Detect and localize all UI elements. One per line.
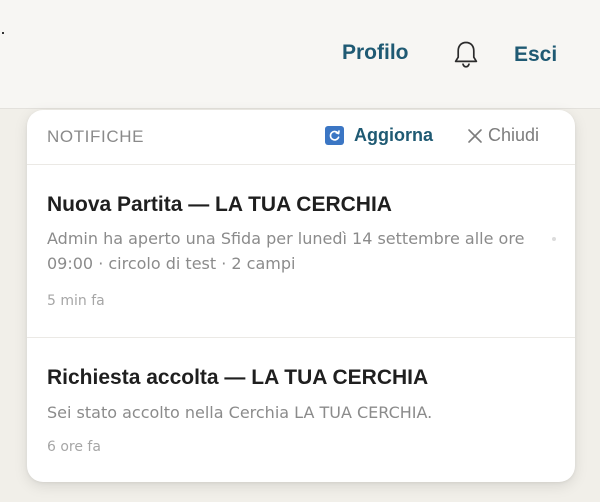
close-icon [468,128,482,143]
notification-title: Nuova Partita — LA TUA CERCHIA [47,193,392,216]
notifications-title: NOTIFICHE [47,127,145,146]
refresh-button[interactable]: Aggiorna [325,125,433,146]
notifications-panel: NOTIFICHE Aggiorna Chiudi Nuova Partita … [27,110,575,482]
notification-body: Admin ha aperto una Sfida per lunedì 14 … [47,229,525,273]
profile-link[interactable]: Profilo [342,41,409,65]
notification-item[interactable]: Nuova Partita — LA TUA CERCHIA Admin ha … [27,165,575,338]
logout-link[interactable]: Esci [514,43,557,67]
close-label: Chiudi [488,125,540,145]
notifications-header: NOTIFICHE Aggiorna Chiudi [27,110,575,165]
bell-icon [454,41,478,68]
stray-dot [2,32,4,34]
notification-body: Sei stato accolto nella Cerchia LA TUA C… [47,403,433,422]
refresh-label: Aggiorna [354,125,433,145]
scroll-indicator [552,237,556,241]
notification-time: 5 min fa [47,293,105,309]
notification-time: 6 ore fa [47,439,101,455]
notification-title: Richiesta accolta — LA TUA CERCHIA [47,366,429,389]
top-bar: Profilo Esci [0,0,600,109]
refresh-icon [325,126,344,145]
notifications-bell-button[interactable] [449,37,483,71]
notification-item[interactable]: Richiesta accolta — LA TUA CERCHIA Sei s… [27,338,575,482]
close-button[interactable]: Chiudi [467,125,539,146]
